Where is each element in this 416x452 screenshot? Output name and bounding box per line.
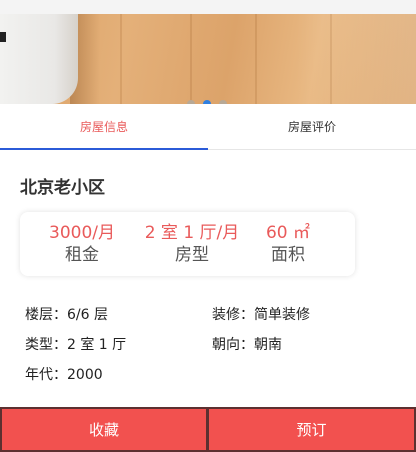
book-button[interactable]: 预订 — [208, 407, 416, 452]
photo-sheen — [296, 14, 416, 104]
floor-plank-line — [120, 14, 122, 104]
stat-rent-value: 3000/月 — [49, 223, 115, 243]
detail-decoration: 装修：简单装修 — [212, 307, 310, 323]
stat-rent: 3000/月 租金 — [20, 222, 144, 266]
floor-plank-line — [255, 14, 257, 104]
stat-layout: 2 室 1 厅/月 房型 — [144, 222, 240, 266]
stat-area-value: 60 ㎡ — [265, 223, 311, 243]
house-title: 北京老小区 — [20, 178, 105, 198]
stat-layout-value: 2 室 1 厅/月 — [144, 223, 240, 243]
stat-layout-label: 房型 — [175, 245, 209, 265]
bottom-action-bar: 收藏 预订 — [0, 407, 416, 452]
photo-carousel[interactable] — [0, 14, 416, 104]
detail-floor: 楼层：6/6 层 — [25, 307, 108, 323]
house-stats-card: 3000/月 租金 2 室 1 厅/月 房型 60 ㎡ 面积 — [20, 212, 355, 276]
tab-bar: 房屋信息 房屋评价 — [0, 104, 416, 150]
detail-type: 类型：2 室 1 厅 — [25, 337, 127, 353]
favorite-button[interactable]: 收藏 — [0, 407, 208, 452]
stat-area: 60 ㎡ 面积 — [240, 222, 336, 266]
detail-year: 年代：2000 — [25, 367, 103, 383]
tab-house-info[interactable]: 房屋信息 — [0, 104, 208, 150]
stat-rent-label: 租金 — [65, 245, 99, 265]
photo-wall — [0, 14, 78, 104]
stat-area-label: 面积 — [271, 245, 305, 265]
status-bar — [0, 0, 416, 14]
photo-detail — [0, 32, 6, 42]
floor-plank-line — [190, 14, 192, 104]
tab-house-review[interactable]: 房屋评价 — [208, 104, 416, 149]
detail-orientation: 朝向：朝南 — [212, 337, 282, 353]
